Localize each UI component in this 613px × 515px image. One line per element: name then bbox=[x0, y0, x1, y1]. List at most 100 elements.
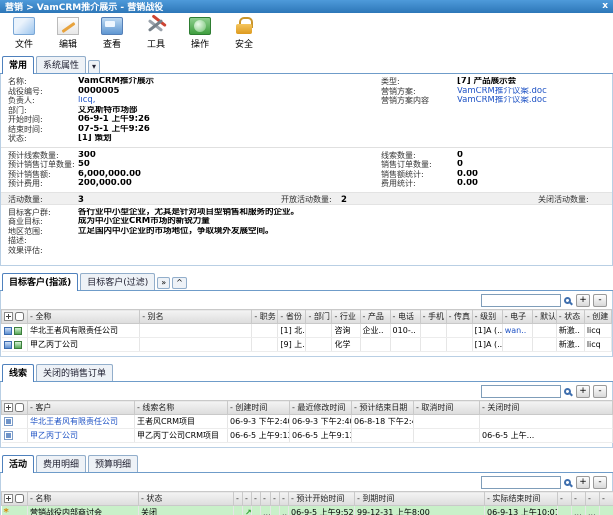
search-icon[interactable] bbox=[564, 479, 571, 486]
column-header[interactable]: - 关闭时间 bbox=[480, 401, 613, 415]
column-header[interactable]: - 状态 bbox=[139, 492, 234, 506]
tab-leads[interactable]: 线索 bbox=[2, 364, 34, 382]
plan-doc-link[interactable]: VamCRM推介议案.doc bbox=[457, 87, 547, 97]
column-header[interactable]: - 取消时间 bbox=[414, 401, 480, 415]
security-menu-button[interactable]: 安全 bbox=[228, 17, 260, 50]
column-header[interactable]: - bbox=[261, 492, 271, 506]
collapse-icon[interactable]: ^ bbox=[172, 277, 187, 289]
plan-content-doc-link[interactable]: VamCRM推介议案.doc bbox=[457, 96, 547, 106]
scroll-right-icon[interactable]: » bbox=[157, 277, 170, 289]
table-row[interactable]: * 营销战役内部商讨会 关闭 ↗ ... ... 06-9-5 上午9:52 9… bbox=[2, 506, 613, 515]
column-header[interactable]: - 名称 bbox=[28, 492, 139, 506]
column-header[interactable]: - 到期时间 bbox=[355, 492, 485, 506]
remove-button[interactable]: - bbox=[593, 385, 607, 398]
column-header[interactable]: - bbox=[271, 492, 280, 506]
column-header[interactable]: - bbox=[234, 492, 243, 506]
column-header[interactable]: - bbox=[252, 492, 261, 506]
account-icon[interactable] bbox=[4, 341, 12, 349]
customer-link-cell[interactable]: 甲乙丙丁公司 bbox=[28, 429, 135, 443]
search-input[interactable] bbox=[481, 385, 561, 398]
add-button[interactable]: + bbox=[576, 294, 590, 307]
tab-activities[interactable]: 活动 bbox=[2, 455, 34, 473]
account-icon[interactable] bbox=[4, 327, 12, 335]
table-row[interactable]: 甲乙丙丁公司 [9] 上.. 化学 [1]A (.. 新激.. bbox=[2, 338, 612, 352]
select-all-checkbox[interactable] bbox=[15, 312, 24, 321]
column-header[interactable]: - bbox=[558, 492, 572, 506]
tab-system-properties[interactable]: 系统属性 bbox=[36, 56, 86, 73]
select-all-checkbox[interactable] bbox=[15, 403, 24, 412]
contact-icon[interactable] bbox=[14, 341, 22, 349]
table-row[interactable]: 华北王者风有限责任公司 王者风CRM项目 06-9-3 下午2:40 06-9-… bbox=[2, 415, 613, 429]
table-cell: 06-9-5 上午9:52 bbox=[289, 506, 355, 515]
tab-closed-sales-orders[interactable]: 关闭的销售订单 bbox=[36, 364, 113, 381]
table-cell: 99-12-31 上午8:00 bbox=[355, 506, 485, 515]
tab-common[interactable]: 常用 bbox=[2, 56, 34, 74]
column-header[interactable]: - 客户 bbox=[28, 401, 135, 415]
column-header[interactable]: - 线索名称 bbox=[135, 401, 228, 415]
search-input[interactable] bbox=[481, 294, 561, 307]
search-row: + - bbox=[1, 291, 612, 309]
column-header[interactable]: - 级别 bbox=[472, 310, 502, 324]
column-header[interactable]: - bbox=[243, 492, 252, 506]
tab-targets-filtered[interactable]: 目标客户(过滤) bbox=[80, 273, 155, 290]
owner-link[interactable]: licq, bbox=[78, 96, 96, 106]
column-header[interactable]: - 产品 bbox=[360, 310, 390, 324]
security-icon bbox=[233, 17, 255, 35]
column-header[interactable]: - 全称 bbox=[28, 310, 140, 324]
table-cell: 06-6-5 上午... bbox=[480, 429, 613, 443]
column-header[interactable]: - 职务 bbox=[252, 310, 278, 324]
column-header[interactable]: - bbox=[600, 492, 613, 506]
column-header[interactable]: - 手机 bbox=[420, 310, 446, 324]
customer-link-cell[interactable]: 华北王者风有限责任公司 bbox=[28, 415, 135, 429]
contact-icon[interactable] bbox=[14, 327, 22, 335]
file-menu-button[interactable]: 文件 bbox=[8, 17, 40, 50]
column-header[interactable]: - 创建时间 bbox=[228, 401, 290, 415]
column-header[interactable]: - bbox=[572, 492, 586, 506]
tab-targets-assigned[interactable]: 目标客户(指派) bbox=[2, 273, 78, 291]
add-button[interactable]: + bbox=[576, 476, 590, 489]
remove-button[interactable]: - bbox=[593, 476, 607, 489]
lead-icon[interactable] bbox=[4, 417, 13, 426]
column-header[interactable]: - 传真 bbox=[446, 310, 472, 324]
expand-all-icon[interactable] bbox=[4, 494, 13, 503]
expand-all-icon[interactable] bbox=[4, 403, 13, 412]
table-cell: [1] 北.. bbox=[278, 324, 306, 338]
meeting-icon[interactable]: * bbox=[4, 507, 9, 515]
column-header[interactable]: - 行业 bbox=[332, 310, 360, 324]
column-header[interactable]: - 默认 bbox=[532, 310, 556, 324]
column-header[interactable]: - 电话 bbox=[390, 310, 420, 324]
table-cell bbox=[420, 338, 446, 352]
tools-icon bbox=[145, 17, 167, 35]
view-menu-button[interactable]: 查看 bbox=[96, 17, 128, 50]
column-header[interactable]: - 电子 bbox=[502, 310, 532, 324]
column-header[interactable]: - 别名 bbox=[140, 310, 252, 324]
column-header[interactable]: - 创建 bbox=[584, 310, 611, 324]
select-all-checkbox[interactable] bbox=[15, 494, 24, 503]
close-icon[interactable]: x bbox=[602, 1, 608, 12]
column-header[interactable]: - 预计开始时间 bbox=[289, 492, 355, 506]
expand-all-icon[interactable] bbox=[4, 312, 13, 321]
column-header[interactable]: - 状态 bbox=[556, 310, 584, 324]
column-header[interactable]: - 预计结束日期 bbox=[352, 401, 414, 415]
column-header[interactable]: - 省份 bbox=[278, 310, 306, 324]
column-header[interactable]: - bbox=[586, 492, 600, 506]
search-icon[interactable] bbox=[564, 297, 571, 304]
column-header[interactable]: - 实际结束时间 bbox=[485, 492, 558, 506]
operate-menu-button[interactable]: 操作 bbox=[184, 17, 216, 50]
column-header[interactable]: - 部门 bbox=[306, 310, 332, 324]
search-icon[interactable] bbox=[564, 388, 571, 395]
column-header[interactable]: - bbox=[280, 492, 289, 506]
table-row[interactable]: 华北王者风有限责任公司 [1] 北.. 咨询 企业.. 010-.. [1]A … bbox=[2, 324, 612, 338]
search-input[interactable] bbox=[481, 476, 561, 489]
edit-menu-button[interactable]: 编辑 bbox=[52, 17, 84, 50]
tab-more[interactable]: ▾ bbox=[88, 60, 100, 73]
email-link-cell[interactable]: wan.. bbox=[502, 324, 532, 338]
tab-cost-details[interactable]: 费用明细 bbox=[36, 455, 86, 472]
lead-icon[interactable] bbox=[4, 431, 13, 440]
add-button[interactable]: + bbox=[576, 385, 590, 398]
tab-budget-details[interactable]: 预算明细 bbox=[88, 455, 138, 472]
tools-menu-button[interactable]: 工具 bbox=[140, 17, 172, 50]
column-header[interactable]: - 最近修改时间 bbox=[290, 401, 352, 415]
table-row[interactable]: 甲乙丙丁公司 甲乙丙丁公司CRM项目 06-6-5 上午9:13 06-6-5 … bbox=[2, 429, 613, 443]
remove-button[interactable]: - bbox=[593, 294, 607, 307]
